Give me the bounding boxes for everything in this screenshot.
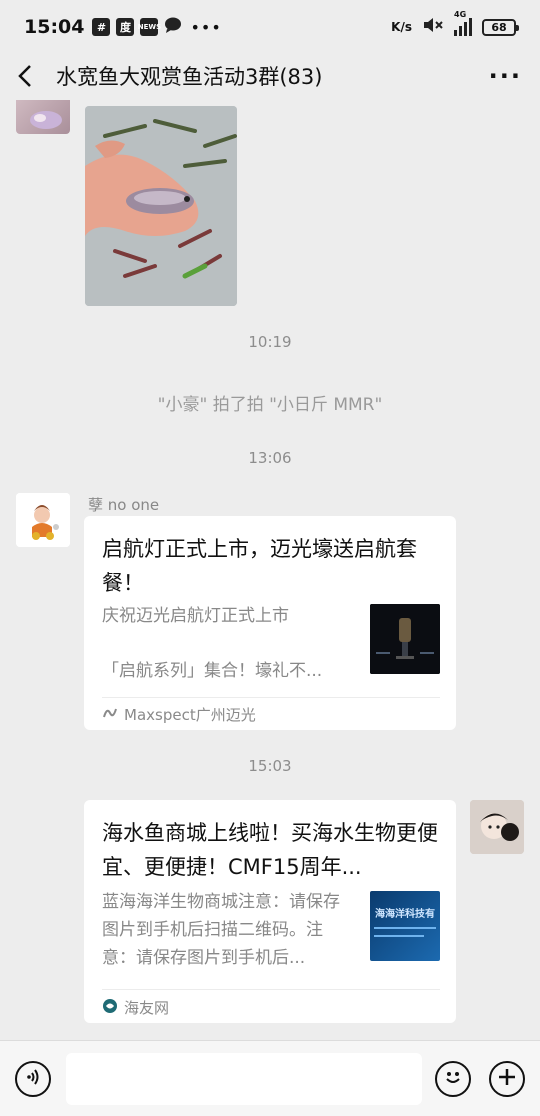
message-input[interactable] [66,1053,422,1105]
mute-icon [422,16,444,38]
sender-name: 孽 no one [88,496,160,514]
article-title: 启航灯正式上市，迈光壕送启航套餐！ [102,537,417,595]
battery-icon: 68 [482,18,519,36]
article-desc-line-2: 「启航系列」集合！壕礼不... [102,661,323,681]
timestamp: 15:03 [248,757,292,775]
shop-article-source-name: 海友网 [124,999,170,1017]
article-desc-line-1: 庆祝迈光启航灯正式上市 [102,606,289,626]
article-thumbnail [370,604,440,674]
shop-article-thumbnail: 海海洋科技有 [370,891,440,961]
status-bar: 15:04 # 度 NEWS ••• K/s 4G 68 [0,0,540,54]
baidu-icon: 度 [116,18,135,36]
timestamp: 13:06 [248,449,292,467]
website-logo-icon [102,998,118,1018]
back-arrow-icon[interactable] [18,61,40,91]
status-time: 15:04 [24,16,85,38]
shop-article-title: 海水鱼商城上线啦！买海水生物更便宜、更便捷！CMF15周年... [102,821,438,879]
network-speed: K/s [391,20,412,34]
battery-level: 68 [491,20,507,34]
signal-label: 4G [454,10,467,19]
pat-system-message: "小豪" 拍了拍 "小日斤 MMR" [157,395,383,415]
sender-avatar[interactable] [16,493,70,547]
input-bar [0,1040,540,1116]
shop-article-source: 海友网 [102,997,169,1018]
plus-icon [497,1067,517,1091]
network-speed-icon: K/s [391,20,412,34]
emoji-button[interactable] [435,1061,471,1097]
miniprogram-icon [102,705,118,725]
article-card[interactable]: 启航灯正式上市，迈光壕送启航套餐！ 庆祝迈光启航灯正式上市 「启航系列」集合！壕… [84,516,456,730]
timestamp: 10:19 [248,333,292,351]
shop-article-card[interactable]: 海水鱼商城上线啦！买海水生物更便宜、更便捷！CMF15周年... 蓝海海洋生物商… [84,800,456,1023]
more-options-icon[interactable]: ··· [489,62,522,90]
chat-title: 水宽鱼大观赏鱼活动3群(83) [56,65,323,89]
card-divider [102,989,440,990]
more-notifications-icon: ••• [190,17,222,37]
signal-icon: 4G [454,10,472,36]
thumbnail-text: 海海洋科技有 [375,909,435,920]
news-icon: NEWS [138,18,161,36]
voice-icon [23,1067,43,1091]
card-divider [102,697,440,698]
fish-photo-message[interactable] [85,106,237,306]
avatar[interactable] [16,100,70,134]
message-list[interactable]: 10:19 "小豪" 拍了拍 "小日斤 MMR" 13:06 孽 no one … [0,100,540,1038]
chat-header: 水宽鱼大观赏鱼活动3群(83) ··· [0,54,540,98]
more-functions-button[interactable] [489,1061,525,1097]
voice-input-button[interactable] [15,1061,51,1097]
emoji-icon [441,1065,465,1093]
chat-icon [164,16,182,38]
article-source: Maxspect广州迈光 [102,704,256,725]
my-avatar[interactable] [470,800,524,854]
hash-icon: # [92,18,111,36]
shop-article-desc: 蓝海海洋生物商城注意：请保存图片到手机后扫描二维码。注意：请保存图片到手机后..… [102,892,340,968]
article-source-name: Maxspect广州迈光 [124,706,256,724]
